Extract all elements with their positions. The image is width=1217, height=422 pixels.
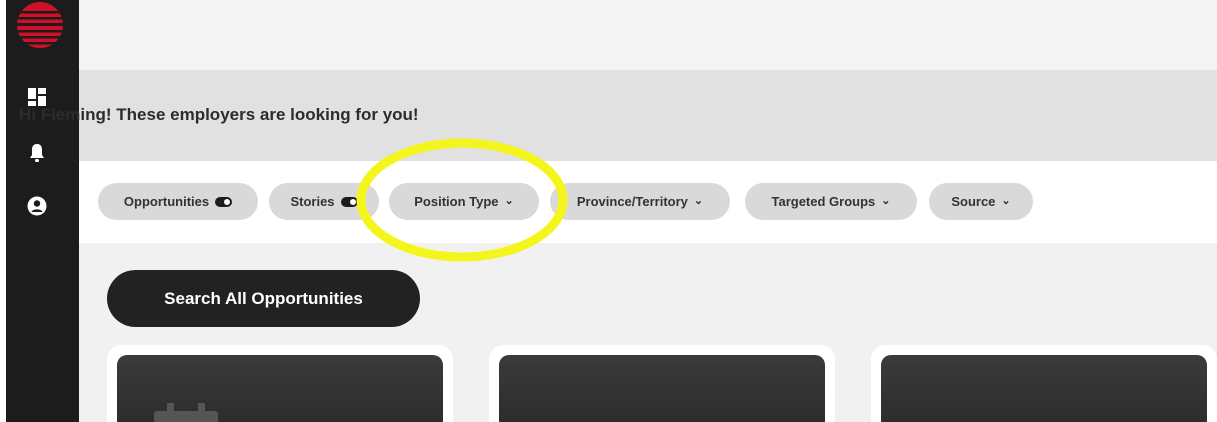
chevron-down-icon: ⌄	[881, 195, 891, 207]
sidebar	[6, 0, 79, 422]
toggle-icon	[340, 196, 358, 207]
search-all-opportunities-button[interactable]: Search All Opportunities	[107, 270, 420, 327]
chevron-down-icon: ⌄	[504, 195, 514, 207]
opportunity-card[interactable]	[871, 345, 1217, 422]
filter-label: Position Type	[414, 194, 499, 209]
brand-logo[interactable]	[14, 0, 72, 58]
toggle-icon	[215, 196, 233, 207]
greeting-text: Hi Fleming! These employers are looking …	[19, 105, 419, 124]
filter-label: Targeted Groups	[771, 194, 876, 209]
filter-position-type-dropdown[interactable]: Position Type ⌄	[389, 183, 539, 220]
filter-label: Source	[951, 194, 996, 209]
filter-targeted-groups-dropdown[interactable]: Targeted Groups ⌄	[745, 183, 917, 220]
card-image	[499, 355, 825, 422]
filter-label: Stories	[290, 194, 335, 209]
calendar-icon	[154, 403, 218, 422]
filter-opportunities-toggle[interactable]: Opportunities	[98, 183, 258, 220]
chevron-down-icon: ⌄	[1001, 195, 1011, 207]
filter-province-territory-dropdown[interactable]: Province/Territory ⌄	[550, 183, 730, 220]
filter-label: Opportunities	[123, 194, 210, 209]
bell-icon[interactable]	[26, 142, 48, 164]
user-circle-icon[interactable]	[26, 195, 48, 217]
card-image	[881, 355, 1207, 422]
filter-source-dropdown[interactable]: Source ⌄	[929, 183, 1033, 220]
filter-stories-toggle[interactable]: Stories	[269, 183, 379, 220]
filter-label: Province/Territory	[576, 194, 688, 209]
opportunity-card[interactable]	[489, 345, 835, 422]
top-bar	[79, 0, 1217, 70]
app-root: Hi Fleming! These employers are looking …	[0, 0, 1217, 422]
chevron-down-icon: ⌄	[693, 195, 704, 207]
